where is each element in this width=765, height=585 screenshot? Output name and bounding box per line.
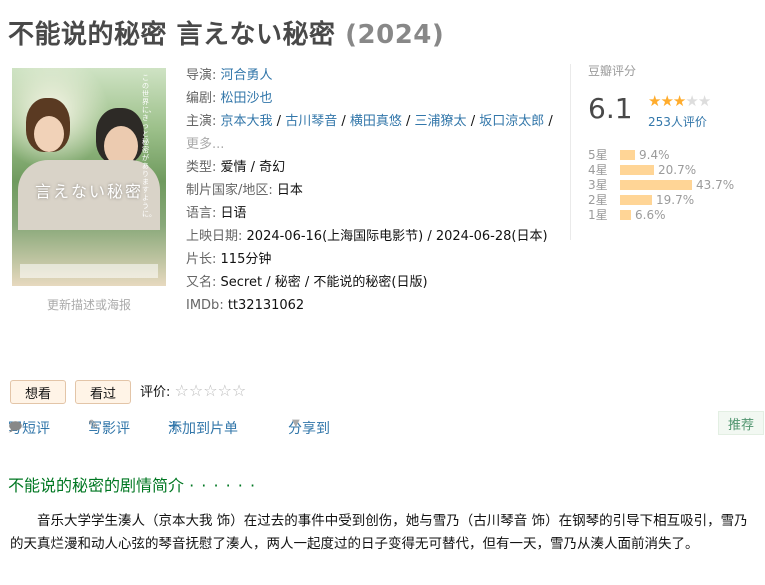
writer-label: 编剧 <box>186 91 213 106</box>
star-icon: ★ <box>672 92 686 110</box>
summary-text: 音乐大学学生湊人（京本大我 饰）在过去的事件中受到创伤，她与雪乃（古川琴音 饰）… <box>10 513 748 552</box>
rating-bar-row: 4星 20.7% <box>588 162 758 178</box>
recommend-button[interactable]: 推荐 <box>718 411 764 435</box>
rating-bar <box>620 149 635 160</box>
director-link[interactable]: 河合勇人 <box>221 68 273 83</box>
bar-percent: 43.7% <box>696 177 735 192</box>
imdb-label: IMDb <box>186 298 220 313</box>
country-label: 制片国家/地区 <box>186 183 269 198</box>
summary-dots: · · · · · · <box>189 476 257 495</box>
cast-link[interactable]: 三浦獠太 <box>415 114 467 129</box>
want-to-watch-button[interactable]: 想看 <box>10 380 66 404</box>
my-rating-star-icon[interactable]: ☆ <box>203 381 217 400</box>
rating-stars: ★★★★★ <box>648 92 711 110</box>
rating-bar-row: 5星 9.4% <box>588 147 758 163</box>
cast-label: 主演 <box>186 114 213 129</box>
star-icon: ★ <box>685 92 698 110</box>
poster-face-girl <box>34 116 64 152</box>
star-icon: ★ <box>648 92 661 110</box>
page-title: 不能说的秘密 言えない秘密 (2024) <box>8 14 444 51</box>
aka-value: Secret / 秘密 / 不能说的秘密(日版) <box>220 275 428 290</box>
write-short-review-action[interactable]: 🗩 写短评 <box>8 418 50 438</box>
rating-distribution: 5星 9.4% 4星 20.7% 3星 43.7% 2星 19.7% 1星 6.6% <box>588 147 758 223</box>
info-country: 制片国家/地区: 日本 <box>186 183 303 198</box>
add-to-list-action[interactable]: + 添加到片单 <box>168 418 238 438</box>
rating-bar <box>620 179 692 190</box>
rating-bar-row: 3星 43.7% <box>588 177 758 193</box>
country-value: 日本 <box>276 183 303 198</box>
info-divider <box>570 64 571 240</box>
title-year: (2024) <box>345 20 445 50</box>
rating-bar <box>620 194 652 205</box>
watched-button[interactable]: 看过 <box>75 380 131 404</box>
comment-icon: 🗩 <box>8 420 23 435</box>
info-genre: 类型: 爱情 / 奇幻 <box>186 160 286 175</box>
star-icon: ★ <box>660 92 673 110</box>
language-value: 日语 <box>220 206 247 221</box>
release-label: 上映日期 <box>186 229 239 244</box>
bar-percent: 20.7% <box>658 162 697 177</box>
bar-star-label: 1星 <box>588 208 608 222</box>
aka-label: 又名 <box>186 275 213 290</box>
my-rating-star-icon[interactable]: ☆ <box>218 381 232 400</box>
info-director: 导演: 河合勇人 <box>186 68 273 83</box>
cast-link[interactable]: 京本大我 <box>221 114 273 129</box>
director-label: 导演 <box>186 68 213 83</box>
writer-link[interactable]: 松田沙也 <box>221 91 273 106</box>
runtime-label: 片长 <box>186 252 213 267</box>
chevron-down-icon: ▼ <box>292 418 300 429</box>
update-poster-link[interactable]: 更新描述或海报 <box>12 296 166 313</box>
bar-percent: 9.4% <box>639 147 670 162</box>
cast-link[interactable]: 坂口涼太郎 <box>479 114 544 129</box>
bar-percent: 19.7% <box>656 192 695 207</box>
movie-poster[interactable]: 言えない秘密 この世界に、きっと秘密がありますように。 <box>12 68 166 286</box>
summary-title: 不能说的秘密的剧情简介 <box>8 476 185 495</box>
language-label: 语言 <box>186 206 213 221</box>
info-aka: 又名: Secret / 秘密 / 不能说的秘密(日版) <box>186 275 428 290</box>
my-rating-star-icon[interactable]: ☆ <box>232 381 246 400</box>
rating-bar-row: 1星 6.6% <box>588 207 758 223</box>
rating-bar-row: 2星 19.7% <box>588 192 758 208</box>
rating-bar <box>620 164 654 175</box>
title-main: 不能说的秘密 言えない秘密 <box>8 20 336 50</box>
info-language: 语言: 日语 <box>186 206 247 221</box>
my-rating: 评价: ☆☆☆☆☆ <box>140 381 246 400</box>
my-rating-star-icon[interactable]: ☆ <box>175 381 189 400</box>
genre-value: 爱情 / 奇幻 <box>220 160 286 175</box>
genre-label: 类型 <box>186 160 213 175</box>
write-review-action[interactable]: ✎ 写影评 <box>88 418 130 438</box>
plus-icon: + <box>168 418 180 434</box>
movie-info: 导演: 河合勇人 编剧: 松田沙也 主演: 京本大我 / 古川琴音 / 横田真悠… <box>186 64 558 317</box>
star-icon: ★ <box>697 92 711 110</box>
rating-bar <box>620 209 631 220</box>
info-release: 上映日期: 2024-06-16(上海国际电影节) / 2024-06-28(日… <box>186 229 548 244</box>
my-rating-star-icon[interactable]: ☆ <box>189 381 203 400</box>
cast-more-link[interactable]: 更多... <box>186 137 224 152</box>
my-rating-label: 评价: <box>140 385 171 400</box>
info-cast: 主演: 京本大我 / 古川琴音 / 横田真悠 / 三浦獠太 / 坂口涼太郎 / … <box>186 114 553 152</box>
bar-percent: 6.6% <box>635 207 666 222</box>
rating-panel: 豆瓣评分 6.1 ★★★★★ 253人评价 5星 9.4% 4星 20.7% 3星 4… <box>588 62 758 222</box>
rating-score: 6.1 <box>588 92 633 125</box>
poster-tagline: この世界に、きっと秘密がありますように。 <box>142 74 156 218</box>
cast-link[interactable]: 古川琴音 <box>285 114 337 129</box>
poster-credits-band <box>20 264 158 278</box>
info-runtime: 片长: 115分钟 <box>186 252 272 267</box>
pencil-icon: ✎ <box>88 418 99 433</box>
imdb-value: tt32131062 <box>227 298 305 313</box>
info-imdb: IMDb: tt32131062 <box>186 298 305 313</box>
runtime-value: 115分钟 <box>220 252 272 267</box>
cast-link[interactable]: 横田真悠 <box>350 114 402 129</box>
release-value: 2024-06-16(上海国际电影节) / 2024-06-28(日本) <box>246 229 548 244</box>
summary-heading: 不能说的秘密的剧情简介 · · · · · · <box>8 472 256 496</box>
info-writer: 编剧: 松田沙也 <box>186 91 273 106</box>
rating-votes-link[interactable]: 253人评价 <box>648 113 707 130</box>
rating-label: 豆瓣评分 <box>588 64 637 78</box>
